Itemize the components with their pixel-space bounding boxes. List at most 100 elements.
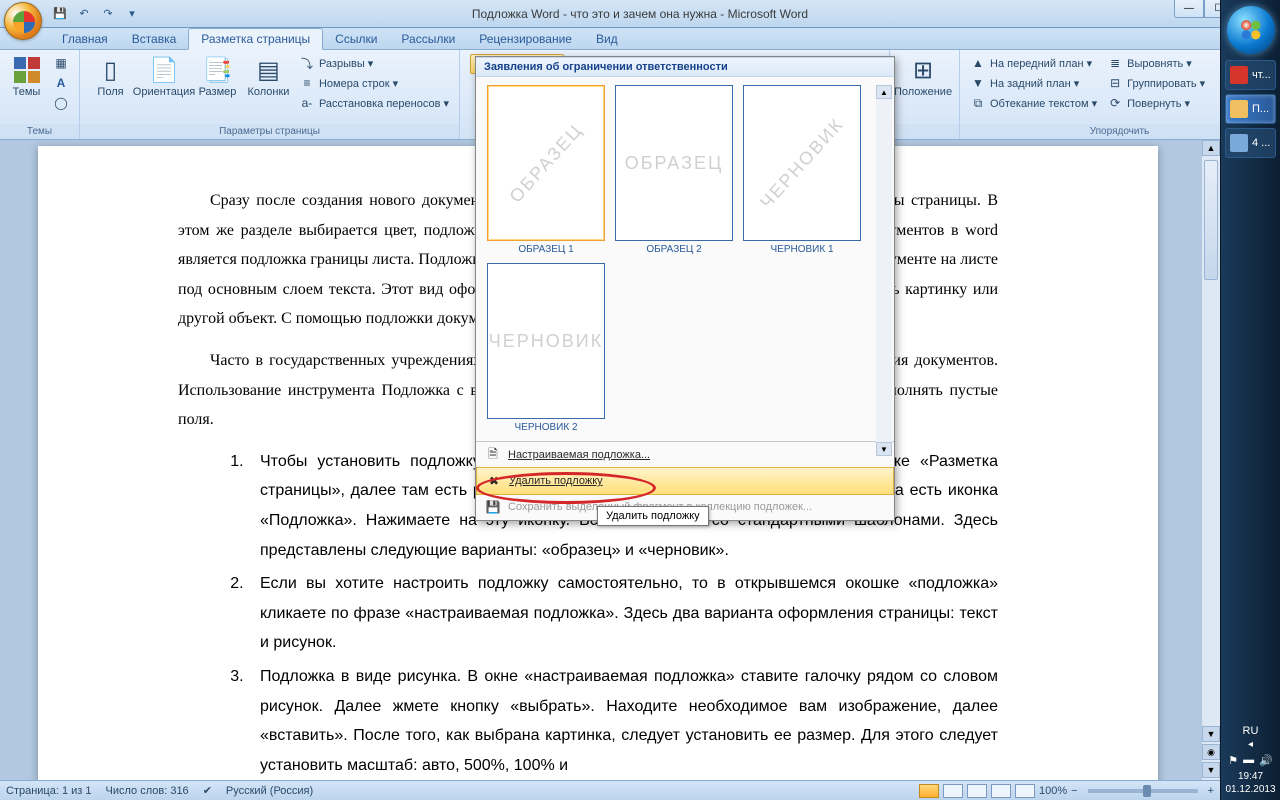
custom-watermark-item[interactable]: 🗎 Настраиваемая подложка...	[476, 442, 894, 468]
hyphenation-icon: a‑	[299, 95, 315, 111]
office-button[interactable]	[4, 2, 42, 40]
remove-watermark-item[interactable]: ✖ Удалить подложку	[476, 467, 894, 495]
watermark-thumb-text: ОБРАЗЕЦ	[505, 119, 587, 206]
zoom-slider[interactable]	[1088, 789, 1198, 793]
status-words[interactable]: Число слов: 316	[106, 785, 189, 797]
tab-insert[interactable]: Вставка	[120, 29, 189, 49]
folder-icon	[1230, 100, 1248, 118]
group-icon: ⊟	[1107, 75, 1123, 91]
theme-colors-button[interactable]: ▦	[49, 54, 73, 72]
tab-view[interactable]: Вид	[584, 29, 630, 49]
view-full-screen[interactable]	[943, 784, 963, 798]
hyphenation-button[interactable]: a‑ Расстановка переносов ▾	[295, 94, 453, 112]
prev-page-icon[interactable]: ◉	[1202, 744, 1220, 760]
columns-button[interactable]: ▤Колонки	[244, 52, 293, 100]
language-indicator[interactable]: RU	[1221, 723, 1280, 739]
text-wrap-button[interactable]: ⧉ Обтекание текстом ▾	[966, 94, 1101, 112]
tab-review[interactable]: Рецензирование	[467, 29, 584, 49]
watermark-item-draft-1[interactable]: ЧЕРНОВИК ЧЕРНОВИК 1	[742, 85, 862, 255]
tab-page-layout[interactable]: Разметка страницы	[188, 28, 323, 50]
quick-access-toolbar: 💾 ↶ ↷ ▾	[50, 4, 142, 24]
send-back-icon: ▼	[970, 75, 986, 91]
scroll-down-icon[interactable]: ▼	[876, 442, 892, 456]
zoom-in-icon[interactable]: +	[1208, 785, 1214, 797]
tray-overflow-icon[interactable]: ◂	[1221, 739, 1280, 750]
remove-watermark-icon: ✖	[485, 472, 503, 490]
text-wrap-icon: ⧉	[970, 95, 986, 111]
scroll-up-icon[interactable]: ▲	[876, 85, 892, 99]
view-print-layout[interactable]	[919, 784, 939, 798]
position-button[interactable]: ⊞Положение	[896, 52, 950, 100]
font-icon: A	[53, 75, 69, 91]
tray-flag-icon[interactable]: ⚑	[1228, 754, 1238, 767]
scroll-down-icon[interactable]: ▼	[1202, 726, 1220, 742]
columns-icon: ▤	[252, 54, 284, 86]
window-title: Подложка Word - что это и зачем она нужн…	[472, 7, 808, 21]
watermark-item-sample-1[interactable]: ОБРАЗЕЦ ОБРАЗЕЦ 1	[486, 85, 606, 255]
view-web-layout[interactable]	[967, 784, 987, 798]
clock[interactable]: 19:47 01.12.2013	[1221, 771, 1280, 796]
zoom-out-icon[interactable]: −	[1071, 785, 1077, 797]
qat-customize-icon[interactable]: ▾	[122, 4, 142, 24]
align-button[interactable]: ≣ Выровнять ▾	[1103, 54, 1209, 72]
group-objects-button[interactable]: ⊟ Группировать ▾	[1103, 74, 1209, 92]
system-tray: RU ◂ ⚑ ▬ 🔊 19:47 01.12.2013	[1221, 723, 1280, 796]
hyphenation-label: Расстановка переносов ▾	[319, 97, 449, 110]
taskbar-item-explorer[interactable]: П...	[1225, 94, 1276, 124]
rotate-icon: ⟳	[1107, 95, 1123, 111]
orientation-button[interactable]: 📄Ориентация	[137, 52, 191, 100]
start-button[interactable]	[1227, 6, 1275, 54]
status-language[interactable]: Русский (Россия)	[226, 785, 313, 797]
tab-references[interactable]: Ссылки	[323, 29, 389, 49]
status-proofing-icon[interactable]: ✔	[203, 784, 212, 797]
custom-watermark-label: Настраиваемая подложка...	[508, 449, 650, 461]
send-back-button[interactable]: ▼На задний план ▾	[966, 74, 1101, 92]
save-icon[interactable]: 💾	[50, 4, 70, 24]
remove-watermark-label: Удалить подложку	[509, 475, 603, 487]
save-selection-icon: 💾	[484, 498, 502, 516]
group-label: Группировать ▾	[1127, 77, 1205, 90]
status-page[interactable]: Страница: 1 из 1	[6, 785, 92, 797]
line-numbers-label: Номера строк ▾	[319, 77, 398, 90]
tray-volume-icon[interactable]: 🔊	[1259, 754, 1273, 767]
scroll-up-icon[interactable]: ▲	[1202, 140, 1220, 156]
watermark-item-sample-2[interactable]: ОБРАЗЕЦ ОБРАЗЕЦ 2	[614, 85, 734, 255]
taskbar-item-browser[interactable]: чт...	[1225, 60, 1276, 90]
themes-button[interactable]: Темы	[6, 52, 47, 100]
clock-date: 01.12.2013	[1221, 784, 1280, 797]
line-numbers-button[interactable]: ≡Номера строк ▾	[295, 74, 453, 92]
tab-mailings[interactable]: Рассылки	[389, 29, 467, 49]
bring-front-button[interactable]: ▲На передний план ▾	[966, 54, 1101, 72]
size-button[interactable]: 📑Размер	[193, 52, 242, 100]
view-draft[interactable]	[1015, 784, 1035, 798]
breaks-button[interactable]: ⤵Разрывы ▾	[295, 54, 453, 72]
group-page-setup-label: Параметры страницы	[80, 124, 459, 139]
tray-network-icon[interactable]: ▬	[1243, 754, 1254, 767]
taskbar-item-label: 4 ...	[1252, 137, 1270, 149]
text-wrap-label: Обтекание текстом ▾	[990, 97, 1097, 110]
gallery-scrollbar[interactable]: ▲ ▼	[876, 85, 892, 456]
zoom-level[interactable]: 100%	[1039, 785, 1067, 797]
redo-icon[interactable]: ↷	[98, 4, 118, 24]
theme-fonts-button[interactable]: A	[49, 74, 73, 92]
tab-home[interactable]: Главная	[50, 29, 120, 49]
align-label: Выровнять ▾	[1127, 57, 1192, 70]
margins-button[interactable]: ▯Поля	[86, 52, 135, 100]
taskbar-item-apps[interactable]: 4 ...	[1225, 128, 1276, 158]
scroll-thumb[interactable]	[1204, 160, 1218, 280]
theme-effects-button[interactable]: ◯	[49, 94, 73, 112]
position-icon: ⊞	[907, 54, 939, 86]
watermark-item-draft-2[interactable]: ЧЕРНОВИК ЧЕРНОВИК 2	[486, 263, 606, 433]
undo-icon[interactable]: ↶	[74, 4, 94, 24]
group-position-stub: ⊞Положение	[890, 50, 960, 139]
view-outline[interactable]	[991, 784, 1011, 798]
vertical-scrollbar[interactable]: ▲ ▼ ◉ ▼	[1202, 140, 1220, 780]
rotate-button[interactable]: ⟳Повернуть ▾	[1103, 94, 1209, 112]
watermark-section-title: Заявления об ограничении ответственности	[476, 57, 894, 77]
minimize-button[interactable]: —	[1174, 0, 1204, 18]
align-icon: ≣	[1107, 55, 1123, 71]
size-icon: 📑	[201, 54, 233, 86]
watermark-caption: ОБРАЗЕЦ 1	[518, 244, 573, 255]
breaks-icon: ⤵	[299, 55, 315, 71]
next-page-icon[interactable]: ▼	[1202, 762, 1220, 778]
